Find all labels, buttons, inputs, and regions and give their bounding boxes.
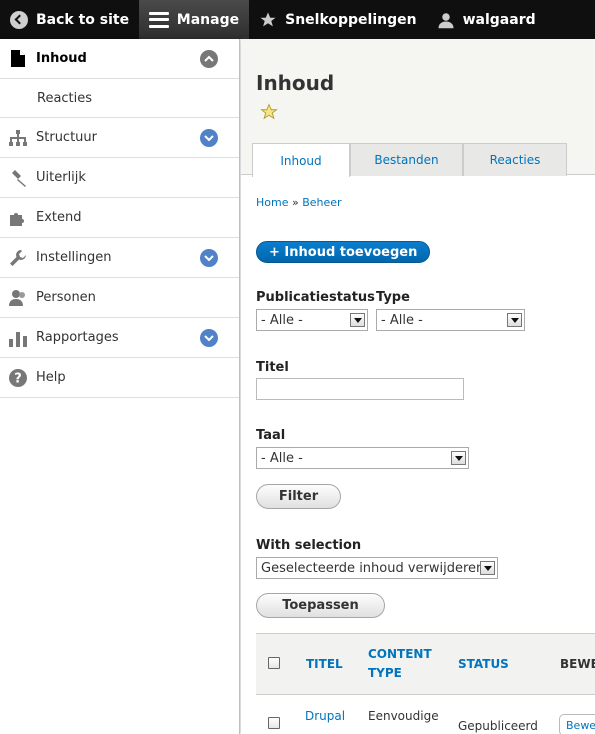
status-select[interactable]: - Alle -	[256, 309, 368, 331]
sidebar-item-inhoud[interactable]: Inhoud	[0, 39, 239, 79]
select-all-checkbox[interactable]	[268, 657, 280, 669]
sidebar-item-label: Instellingen	[36, 250, 112, 265]
sidebar-item-label: Structuur	[36, 130, 98, 145]
hamburger-menu-icon	[149, 11, 169, 28]
manage-label: Manage	[176, 11, 240, 28]
sidebar-item-structuur[interactable]: Structuur	[0, 118, 239, 158]
wrench-icon	[9, 249, 27, 267]
file-icon	[9, 50, 27, 68]
sidebar-item-extend[interactable]: Extend	[0, 198, 239, 238]
with-selection-label: With selection	[256, 538, 362, 553]
bar-chart-icon	[9, 329, 27, 347]
row-checkbox[interactable]	[268, 717, 280, 729]
manage-tab[interactable]: Manage	[139, 0, 250, 39]
sidebar-item-label: Rapportages	[36, 330, 119, 345]
status-select-value: - Alle -	[261, 312, 303, 328]
sidebar-item-label: Help	[36, 370, 66, 385]
sidebar-item-uiterlijk[interactable]: Uiterlijk	[0, 158, 239, 198]
brush-icon	[9, 169, 27, 187]
structure-icon	[9, 129, 27, 147]
chevron-down-icon[interactable]	[200, 129, 218, 147]
sidebar-item-label: Uiterlijk	[36, 170, 86, 185]
dropdown-arrow-icon	[507, 313, 522, 327]
bulk-action-select[interactable]: Geselecteerde inhoud verwijderen	[256, 557, 498, 579]
sidebar-item-instellingen[interactable]: Instellingen	[0, 238, 239, 278]
filter-button[interactable]: Filter	[256, 484, 341, 509]
back-arrow-icon	[10, 10, 28, 29]
puzzle-icon	[9, 209, 27, 227]
chevron-down-icon[interactable]	[200, 249, 218, 267]
content-table-header: TITEL CONTENT TYPE STATUS BEWE	[256, 633, 595, 695]
star-icon	[260, 12, 276, 26]
column-header-content-type[interactable]: CONTENT	[368, 647, 432, 661]
breadcrumb-separator: »	[291, 196, 299, 209]
back-to-site-link[interactable]: Back to site	[0, 0, 139, 39]
column-header-status[interactable]: STATUS	[458, 657, 509, 671]
people-icon	[9, 289, 27, 307]
shortcuts-label: Snelkoppelingen	[285, 11, 417, 28]
svg-text:?: ?	[14, 371, 22, 386]
row-edit-button[interactable]: Bewe	[559, 714, 595, 734]
apply-button[interactable]: Toepassen	[256, 593, 385, 618]
tab-inhoud[interactable]: Inhoud	[252, 143, 350, 177]
dropdown-arrow-icon	[350, 313, 365, 327]
sidebar-item-label: Inhoud	[36, 51, 87, 66]
sidebar-item-label: Extend	[36, 210, 82, 225]
sidebar-item-personen[interactable]: Personen	[0, 278, 239, 318]
status-filter-label: Publicatiestatus	[256, 290, 375, 305]
help-icon: ?	[9, 368, 27, 387]
user-icon	[438, 12, 454, 28]
sidebar-item-help[interactable]: ? Help	[0, 358, 239, 398]
bulk-action-value: Geselecteerde inhoud verwijderen	[261, 560, 485, 576]
row-content-type: Eenvoudige	[368, 709, 439, 723]
column-header-content-type-line2[interactable]: TYPE	[368, 666, 402, 680]
title-input[interactable]	[256, 378, 464, 400]
add-content-button[interactable]: + Inhoud toevoegen	[256, 241, 431, 263]
breadcrumb: Home » Beheer	[256, 196, 342, 209]
tab-bestanden[interactable]: Bestanden	[350, 143, 463, 176]
sidebar-item-reacties[interactable]: Reacties	[0, 79, 239, 118]
dropdown-arrow-icon	[451, 451, 466, 465]
sidebar-item-label: Personen	[36, 290, 96, 305]
table-row: Drupal Eenvoudige Gepubliceerd Bewe	[256, 695, 595, 734]
row-status: Gepubliceerd	[458, 719, 538, 733]
chevron-up-icon[interactable]	[200, 50, 218, 68]
language-select[interactable]: - Alle -	[256, 447, 469, 469]
sidebar-item-rapportages[interactable]: Rapportages	[0, 318, 239, 358]
shortcuts-tab[interactable]: Snelkoppelingen	[249, 0, 426, 39]
dropdown-arrow-icon	[480, 561, 495, 575]
chevron-down-icon[interactable]	[200, 329, 218, 347]
main-content: Inhoud Inhoud Bestanden Reacties Home » …	[241, 39, 595, 734]
admin-sidebar: Inhoud Reacties Structuur Uiterlijk Exte…	[0, 39, 240, 734]
tab-reacties[interactable]: Reacties	[463, 143, 567, 176]
breadcrumb-home-link[interactable]: Home	[256, 196, 288, 209]
column-header-title[interactable]: TITEL	[306, 657, 343, 671]
row-title-link[interactable]: Drupal	[305, 709, 345, 723]
primary-tabs: Inhoud Bestanden Reacties	[252, 143, 567, 177]
type-filter-label: Type	[376, 290, 410, 305]
language-select-value: - Alle -	[261, 450, 303, 466]
back-to-site-label: Back to site	[36, 11, 130, 28]
shortcut-star-icon[interactable]	[260, 103, 278, 121]
language-filter-label: Taal	[256, 428, 286, 443]
user-tab[interactable]: walgaard	[427, 0, 546, 39]
breadcrumb-beheer-link[interactable]: Beheer	[302, 196, 341, 209]
page-title: Inhoud	[256, 71, 335, 95]
admin-toolbar: Back to site Manage Snelkoppelingen walg…	[0, 0, 595, 39]
sidebar-item-label: Reacties	[37, 90, 93, 106]
type-select-value: - Alle -	[381, 312, 423, 328]
column-header-operations: BEWE	[560, 657, 595, 671]
page-header: Inhoud Inhoud Bestanden Reacties	[241, 39, 595, 177]
title-filter-label: Titel	[256, 360, 289, 375]
type-select[interactable]: - Alle -	[376, 309, 525, 331]
user-label: walgaard	[462, 11, 536, 28]
